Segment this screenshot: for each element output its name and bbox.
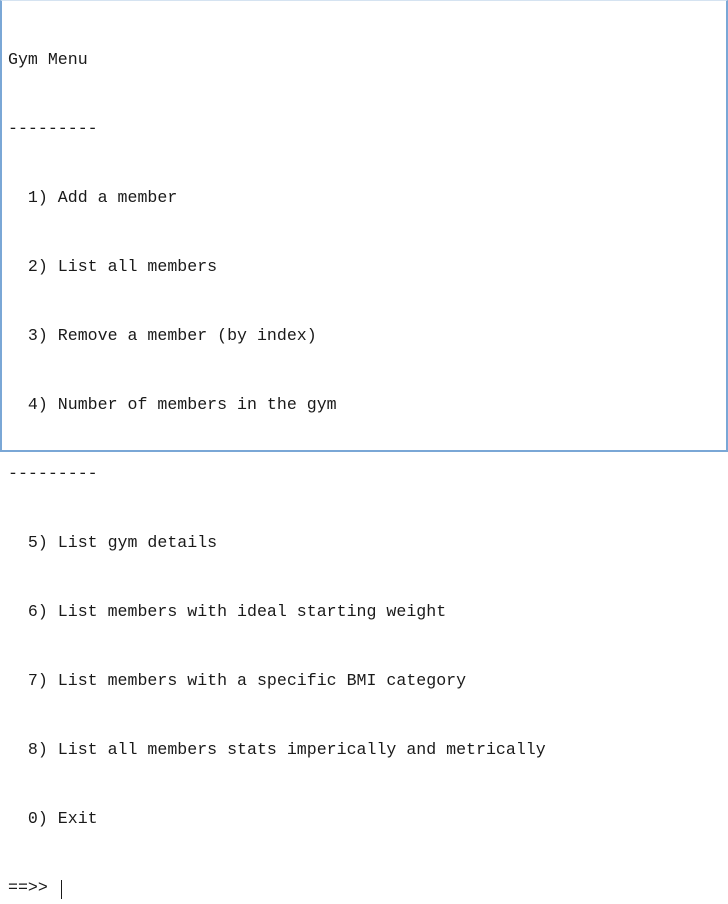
menu-item-bmi-category: 7) List members with a specific BMI cate… <box>8 671 467 690</box>
menu-item-add-member: 1) Add a member <box>8 188 178 207</box>
console-text: Gym Menu --------- 1) Add a member 2) Li… <box>8 2 546 904</box>
input-prompt: ==>> <box>8 878 58 897</box>
console-output-area[interactable]: Gym Menu --------- 1) Add a member 2) Li… <box>0 0 728 899</box>
menu-separator-2: --------- <box>8 464 98 483</box>
menu-item-member-count: 4) Number of members in the gym <box>8 395 337 414</box>
menu-item-list-members: 2) List all members <box>8 257 218 276</box>
menu-item-exit: 0) Exit <box>8 809 98 828</box>
menu-item-gym-details: 5) List gym details <box>8 533 218 552</box>
text-cursor <box>60 880 62 899</box>
menu-separator: --------- <box>8 119 98 138</box>
menu-item-ideal-weight: 6) List members with ideal starting weig… <box>8 602 447 621</box>
menu-item-remove-member: 3) Remove a member (by index) <box>8 326 317 345</box>
menu-title: Gym Menu <box>8 50 88 69</box>
input-prompt-line[interactable]: ==>> <box>8 876 546 899</box>
menu-item-member-stats: 8) List all members stats imperically an… <box>8 740 546 759</box>
